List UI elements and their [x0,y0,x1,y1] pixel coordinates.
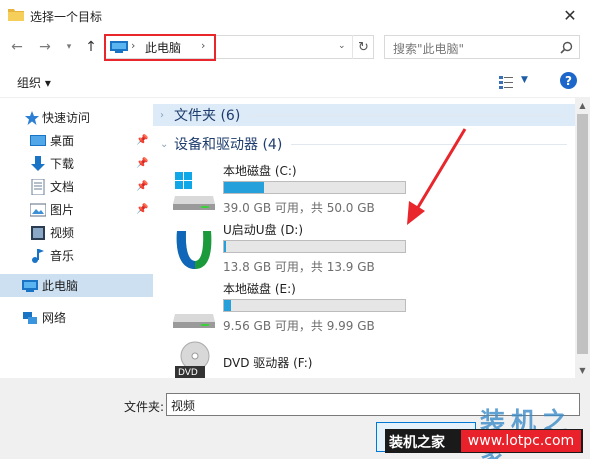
nav-item-label: 文档 [50,180,75,194]
computer-icon [110,41,128,53]
drive-name: 本地磁盘 (C:) [223,164,297,178]
view-dropdown-icon[interactable]: ▼ [521,75,528,85]
computer-icon [22,279,38,292]
music-icon [32,248,44,263]
window-title: 选择一个目标 [30,10,103,24]
title-bar: 选择一个目标 ✕ [0,0,590,30]
folder-field-label: 文件夹: [124,400,165,414]
drive-usage-fill [224,241,226,252]
drive-usage-fill [224,182,264,193]
nav-item-videos[interactable]: 视频 [0,221,153,244]
svg-text:DVD: DVD [178,368,198,378]
drive-name: U启动U盘 (D:) [223,223,304,237]
organize-menu[interactable]: 组织 ▾ [17,74,51,91]
desktop-icon [30,134,46,146]
address-row: ← → ▾ ↑ › 此电脑 › ⌄ ↻ 搜索"此电脑" [0,30,590,66]
nav-item-downloads[interactable]: 下载 📌 [0,152,153,175]
watermark-badge-name: 装机之家 [389,435,445,451]
nav-item-label: 此电脑 [42,279,79,293]
view-options-icon[interactable] [499,75,513,89]
drive-usage-fill [224,300,232,311]
drive-space-info: 13.8 GB 可用，共 13.9 GB [223,260,375,274]
hard-drive-icon [173,314,215,328]
chevron-right-icon[interactable]: › [131,39,135,52]
pin-icon[interactable]: 📌 [136,204,148,215]
nav-item-label: 网络 [42,311,67,325]
recent-dropdown-icon[interactable]: ▾ [60,38,78,56]
devices-group-label: 设备和驱动器 (4) [174,137,283,153]
hard-drive-icon [173,172,215,210]
nav-item-desktop[interactable]: 桌面 📌 [0,129,153,152]
nav-item-network[interactable]: 网络 [0,306,153,329]
nav-item-label: 快速访问 [42,111,91,125]
red-annotation-arrow [407,128,467,225]
chevron-down-icon[interactable]: ⌄ [160,139,168,150]
content-pane: › 文件夹 (6) ⌄ 设备和驱动器 (4) 本地磁盘 (C:) 39.0 GB… [153,98,575,378]
group-divider [249,114,567,116]
nav-item-pictures[interactable]: 图片 📌 [0,198,153,221]
watermark-badge-url: www.lotpc.com [461,430,581,452]
folder-icon [8,9,24,21]
documents-icon [31,178,45,195]
breadcrumb-this-pc[interactable]: 此电脑 [145,39,181,56]
toolbar: 组织 ▾ ▼ ? [0,66,590,98]
drive-name: DVD 驱动器 (F:) [223,356,313,370]
drive-space-info: 39.0 GB 可用，共 50.0 GB [223,201,375,215]
folders-group-header[interactable]: › 文件夹 (6) [153,104,575,126]
refresh-button[interactable]: ↻ [352,35,374,59]
nav-item-quick-access[interactable]: 快速访问 [0,106,153,129]
up-arrow-icon[interactable]: ↑ [82,38,100,56]
scroll-up-icon[interactable]: ▲ [575,98,590,113]
drive-e[interactable]: 本地磁盘 (E:) 9.56 GB 可用，共 9.99 GB [153,280,453,340]
pictures-icon [30,203,46,216]
drive-space-info: 9.56 GB 可用，共 9.99 GB [223,319,375,333]
nav-item-music[interactable]: 音乐 [0,244,153,267]
drive-usage-bar [223,299,406,312]
nav-item-label: 视频 [50,226,75,240]
forward-arrow-icon[interactable]: → [36,38,54,56]
chevron-right-icon[interactable]: › [160,110,164,121]
help-icon[interactable]: ? [560,72,577,89]
watermark-badge: 装机之家 www.lotpc.com [385,429,583,453]
search-icon[interactable] [560,41,573,54]
nav-item-label: 桌面 [50,134,75,148]
drive-usage-bar [223,240,406,253]
pin-icon[interactable]: 📌 [136,158,148,169]
network-icon [23,311,37,324]
address-dropdown-icon[interactable]: ⌄ [338,41,346,51]
back-arrow-icon[interactable]: ← [8,38,26,56]
chevron-right-icon[interactable]: › [201,39,205,52]
scrollbar[interactable]: ▲ ▼ [575,98,590,378]
nav-item-this-pc[interactable]: 此电脑 [0,274,153,297]
scrollbar-thumb[interactable] [577,114,588,354]
pin-icon[interactable]: 📌 [136,135,148,146]
navigation-pane: 快速访问 桌面 📌 下载 📌 文档 📌 图片 📌 视频 音乐 此电脑 网络 [0,98,153,378]
drive-f[interactable]: DVD DVD 驱动器 (F:) [153,336,453,378]
drive-name: 本地磁盘 (E:) [223,282,296,296]
folders-group-label: 文件夹 (6) [174,108,241,124]
drive-usage-bar [223,181,406,194]
drive-d[interactable]: U启动U盘 (D:) 13.8 GB 可用，共 13.9 GB [153,221,453,281]
pin-icon[interactable]: 📌 [136,181,148,192]
search-box[interactable]: 搜索"此电脑" [384,35,580,59]
nav-item-label: 音乐 [50,249,75,263]
search-input[interactable]: 搜索"此电脑" [393,40,464,57]
usb-drive-icon [176,231,212,269]
nav-item-label: 图片 [50,203,75,217]
star-icon [25,110,39,125]
scroll-down-icon[interactable]: ▼ [575,363,590,378]
close-button[interactable]: ✕ [550,0,590,30]
nav-item-label: 下载 [50,157,75,171]
download-icon [31,155,45,171]
videos-icon [31,225,45,240]
devices-group-header[interactable]: ⌄ 设备和驱动器 (4) [153,133,575,155]
nav-item-documents[interactable]: 文档 📌 [0,175,153,198]
